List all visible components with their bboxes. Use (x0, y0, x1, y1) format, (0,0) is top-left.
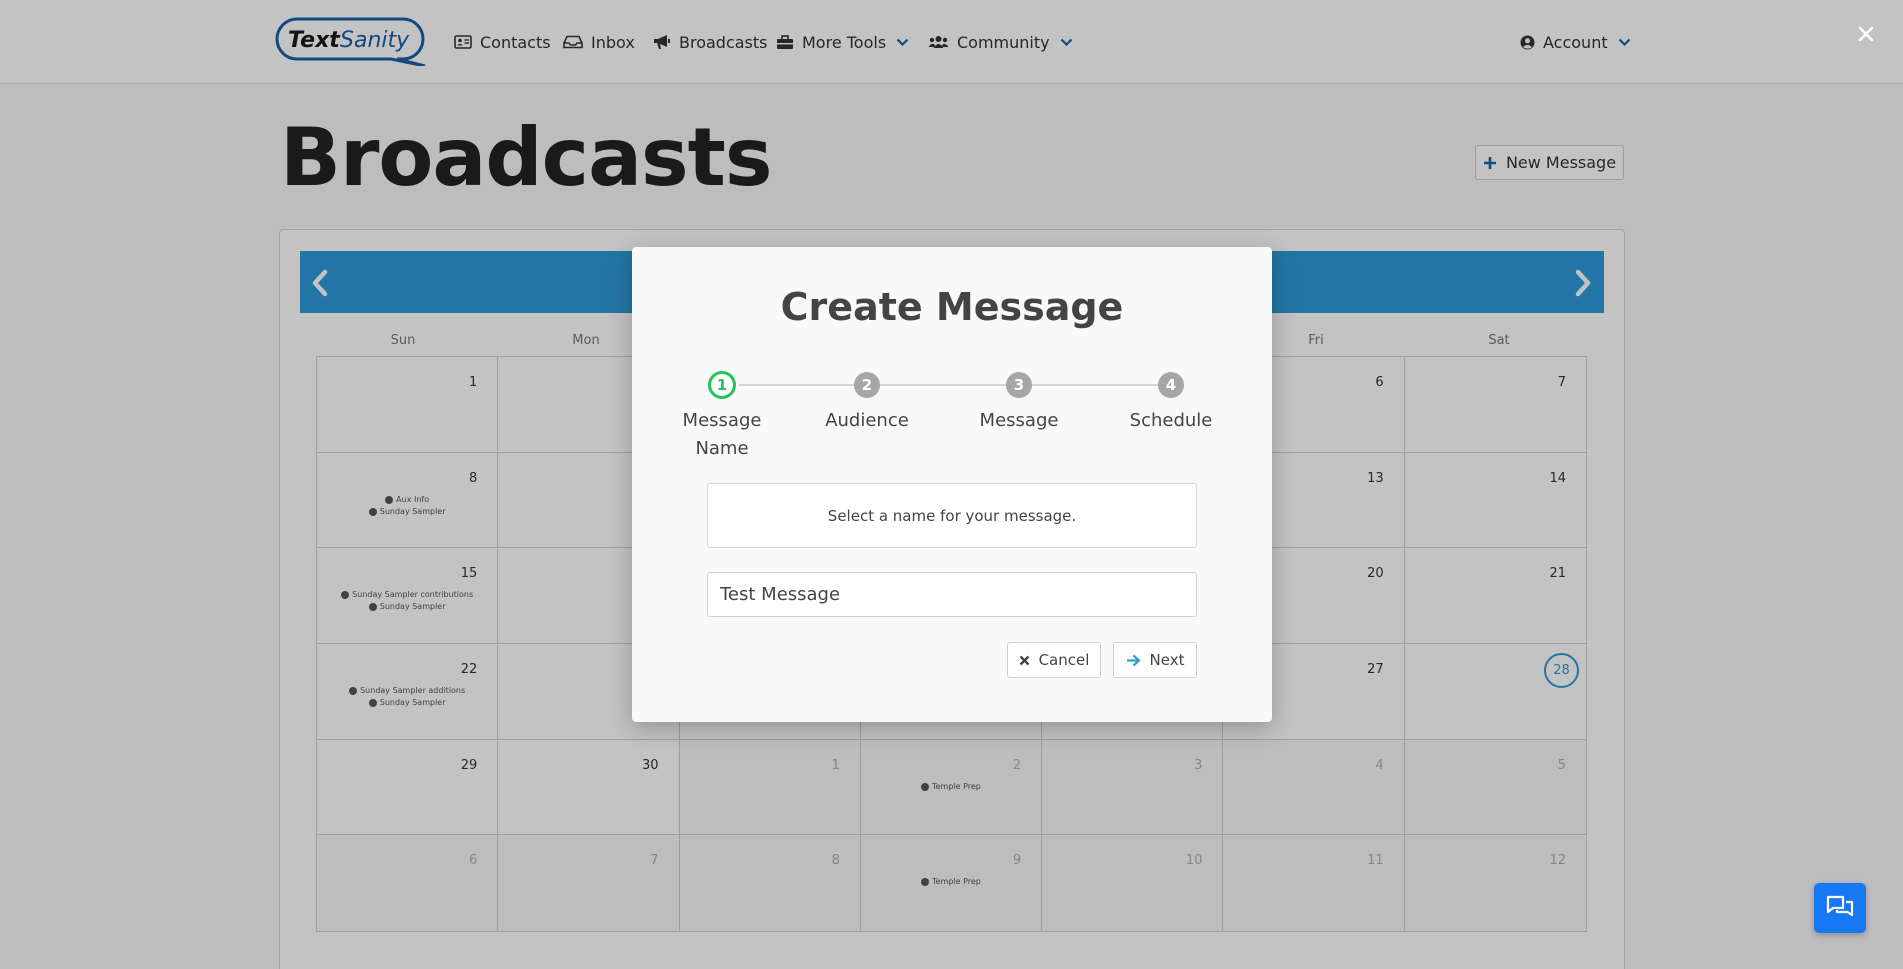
step-1-label-line1: Message (682, 410, 762, 431)
message-name-input[interactable] (707, 572, 1197, 617)
step-2-indicator: 2 (854, 372, 880, 398)
step-3-label: Message (979, 410, 1059, 431)
name-hint-text: Select a name for your message. (827, 506, 1077, 525)
x-icon (1019, 655, 1029, 665)
step-1-label-line2: Name (695, 438, 749, 459)
stepper-line (739, 384, 1184, 386)
modal-title: Create Message (780, 285, 1124, 329)
chat-bubbles-icon (1826, 895, 1854, 917)
step-1-label: Message Name (652, 407, 792, 463)
create-message-modal: Create Message 1 2 3 4 Message Name Audi… (632, 247, 1272, 722)
next-button[interactable]: Next (1113, 642, 1197, 678)
step-2-label: Audience (825, 410, 909, 431)
next-label: Next (1149, 651, 1185, 669)
step-3-indicator: 3 (1006, 372, 1032, 398)
cancel-label: Cancel (1038, 651, 1090, 669)
step-1-indicator: 1 (708, 371, 736, 399)
step-4-indicator: 4 (1158, 372, 1184, 398)
close-icon[interactable] (1856, 24, 1876, 44)
name-hint-box: Select a name for your message. (707, 483, 1197, 548)
cancel-button[interactable]: Cancel (1007, 642, 1101, 678)
step-4-label: Schedule (1129, 410, 1213, 431)
chat-widget-button[interactable] (1814, 883, 1866, 933)
arrow-right-icon (1126, 654, 1141, 666)
